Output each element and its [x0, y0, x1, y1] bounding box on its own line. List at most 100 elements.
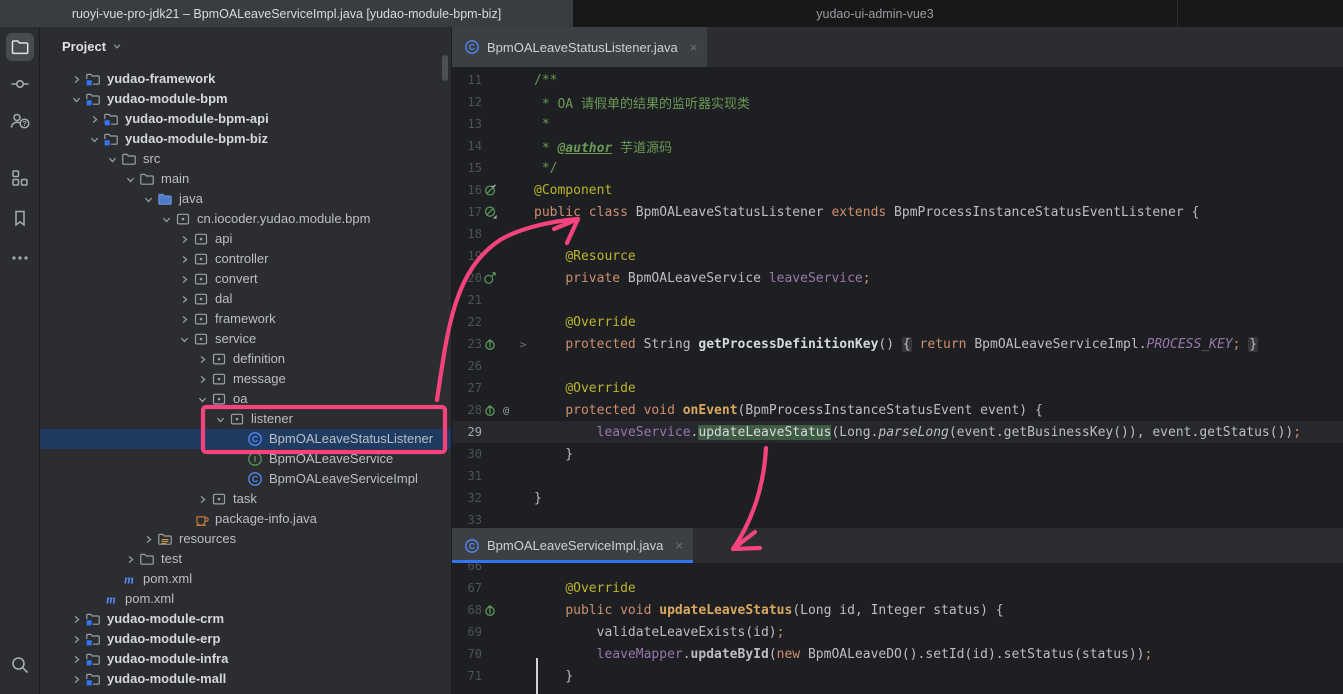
tree-item-dal[interactable]: dal [40, 289, 452, 309]
tree-item-service[interactable]: service [40, 329, 452, 349]
chevron-down-icon[interactable] [104, 151, 120, 167]
code-line-12[interactable]: 12 * OA 请假单的结果的监听器实现类 [452, 91, 1343, 113]
pull-requests-icon[interactable]: ? [6, 107, 34, 135]
tree-item-yudao-module-bpm[interactable]: yudao-module-bpm [40, 89, 452, 109]
code-line-70[interactable]: 70 leaveMapper.updateById(new BpmOALeave… [452, 643, 1343, 665]
tree-item-resources[interactable]: resources [40, 529, 452, 549]
tree-item-convert[interactable]: convert [40, 269, 452, 289]
chevron-right-icon[interactable] [86, 111, 102, 127]
tab-bpmoaleavestatuslistener[interactable]: C BpmOALeaveStatusListener.java × [452, 27, 707, 67]
chevron-right-icon[interactable] [194, 491, 210, 507]
code-line-32[interactable]: 32} [452, 487, 1343, 509]
tree-item-oa[interactable]: oa [40, 389, 452, 409]
close-icon[interactable]: × [690, 40, 698, 55]
chevron-right-icon[interactable] [176, 271, 192, 287]
tree-item-pom-xml[interactable]: mpom.xml [40, 569, 452, 589]
code-line-17[interactable]: 17public class BpmOALeaveStatusListener … [452, 201, 1343, 223]
chevron-right-icon[interactable] [140, 531, 156, 547]
tree-item-pom-xml[interactable]: mpom.xml [40, 589, 452, 609]
tree-item-test[interactable]: test [40, 549, 452, 569]
tree-item-listener[interactable]: listener [40, 409, 452, 429]
spring-bean-check-gutter-icon[interactable] [482, 182, 498, 198]
tree-item-bpmoaleaveservice[interactable]: IBpmOALeaveService [40, 449, 452, 469]
chevron-right-icon[interactable] [68, 671, 84, 687]
override-gutter-icon[interactable] [482, 602, 498, 618]
tree-item-cn-iocoder-yudao-module-bpm[interactable]: cn.iocoder.yudao.module.bpm [40, 209, 452, 229]
code-line-20[interactable]: 20 private BpmOALeaveService leaveServic… [452, 267, 1343, 289]
code-line-18[interactable]: 18 [452, 223, 1343, 245]
tree-item-src[interactable]: src [40, 149, 452, 169]
chevron-down-icon[interactable] [176, 331, 192, 347]
tree-item-api[interactable]: api [40, 229, 452, 249]
tree-item-definition[interactable]: definition [40, 349, 452, 369]
chevron-down-icon[interactable] [86, 131, 102, 147]
tree-item-yudao-module-erp[interactable]: yudao-module-erp [40, 629, 452, 649]
chevron-right-icon[interactable] [176, 291, 192, 307]
tree-item-bpmoaleaveserviceimpl[interactable]: CBpmOALeaveServiceImpl [40, 469, 452, 489]
tree-item-yudao-module-bpm-biz[interactable]: yudao-module-bpm-biz [40, 129, 452, 149]
bean-wire-gutter-icon[interactable] [482, 270, 498, 286]
tree-item-java[interactable]: java [40, 189, 452, 209]
tree-item-yudao-module-infra[interactable]: yudao-module-infra [40, 649, 452, 669]
code-editor-top[interactable]: 11/**12 * OA 请假单的结果的监听器实现类13 *14 * @auth… [452, 67, 1343, 527]
tree-item-bpmoaleavestatuslistener[interactable]: CBpmOALeaveStatusListener [40, 429, 452, 449]
fold-chevron-icon[interactable]: > [514, 338, 532, 351]
tab-bpmoaleaveserviceimpl[interactable]: C BpmOALeaveServiceImpl.java × [452, 528, 693, 563]
tree-item-framework[interactable]: framework [40, 309, 452, 329]
code-line-16[interactable]: 16@Component [452, 179, 1343, 201]
code-line-31[interactable]: 31 [452, 465, 1343, 487]
code-line-69[interactable]: 69 validateLeaveExists(id); [452, 621, 1343, 643]
chevron-right-icon[interactable] [176, 231, 192, 247]
code-line-68[interactable]: 68 public void updateLeaveStatus(Long id… [452, 599, 1343, 621]
override-gutter-icon[interactable] [482, 402, 498, 418]
project-folder-icon[interactable] [6, 33, 34, 61]
chevron-down-icon[interactable] [122, 171, 138, 187]
tree-item-message[interactable]: message [40, 369, 452, 389]
tree-item-task[interactable]: task [40, 489, 452, 509]
tree-item-package-info-java[interactable]: package-info.java [40, 509, 452, 529]
chevron-right-icon[interactable] [176, 251, 192, 267]
chevron-down-icon[interactable] [68, 91, 84, 107]
chevron-right-icon[interactable] [68, 631, 84, 647]
chevron-right-icon[interactable] [194, 371, 210, 387]
code-line-29[interactable]: 29 leaveService.updateLeaveStatus(Long.p… [452, 421, 1343, 443]
code-line-27[interactable]: 27 @Override [452, 377, 1343, 399]
chevron-right-icon[interactable] [68, 71, 84, 87]
code-line-33[interactable]: 33 [452, 509, 1343, 527]
chevron-right-icon[interactable] [68, 611, 84, 627]
code-editor-bottom[interactable]: 6667 @Override68 public void updateLeave… [452, 555, 1343, 694]
code-line-15[interactable]: 15 */ [452, 157, 1343, 179]
chevron-right-icon[interactable] [194, 351, 210, 367]
code-line-28[interactable]: 28@ protected void onEvent(BpmProcessIns… [452, 399, 1343, 421]
chevron-down-icon[interactable] [140, 191, 156, 207]
commit-icon[interactable] [6, 70, 34, 98]
window-titlebar-secondary[interactable]: yudao-ui-admin-vue3 [573, 0, 1343, 27]
code-line-67[interactable]: 67 @Override [452, 577, 1343, 599]
project-panel-header[interactable]: Project [40, 27, 451, 65]
tree-item-yudao-module-bpm-api[interactable]: yudao-module-bpm-api [40, 109, 452, 129]
chevron-down-icon[interactable] [212, 411, 228, 427]
chevron-right-icon[interactable] [122, 551, 138, 567]
code-line-23[interactable]: 23> protected String getProcessDefinitio… [452, 333, 1343, 355]
window-titlebar-main[interactable]: ruoyi-vue-pro-jdk21 – BpmOALeaveServiceI… [0, 0, 573, 27]
override-gutter-icon[interactable] [482, 336, 498, 352]
chevron-right-icon[interactable] [68, 651, 84, 667]
more-icon[interactable] [6, 244, 34, 272]
close-icon[interactable]: × [675, 538, 683, 553]
code-line-13[interactable]: 13 * [452, 113, 1343, 135]
structure-icon[interactable] [6, 164, 34, 192]
code-line-14[interactable]: 14 * @author 芋道源码 [452, 135, 1343, 157]
code-line-11[interactable]: 11/** [452, 69, 1343, 91]
code-line-26[interactable]: 26 [452, 355, 1343, 377]
chevron-down-icon[interactable] [158, 211, 174, 227]
tree-item-main[interactable]: main [40, 169, 452, 189]
chevron-right-icon[interactable] [176, 311, 192, 327]
bookmarks-icon[interactable] [6, 204, 34, 232]
code-line-71[interactable]: 71 } [452, 665, 1343, 687]
code-line-30[interactable]: 30 } [452, 443, 1343, 465]
tree-item-yudao-module-crm[interactable]: yudao-module-crm [40, 609, 452, 629]
tree-item-yudao-framework[interactable]: yudao-framework [40, 69, 452, 89]
chevron-down-icon[interactable] [194, 391, 210, 407]
search-icon[interactable] [6, 651, 34, 679]
at-gutter-icon[interactable]: @ [498, 402, 514, 418]
